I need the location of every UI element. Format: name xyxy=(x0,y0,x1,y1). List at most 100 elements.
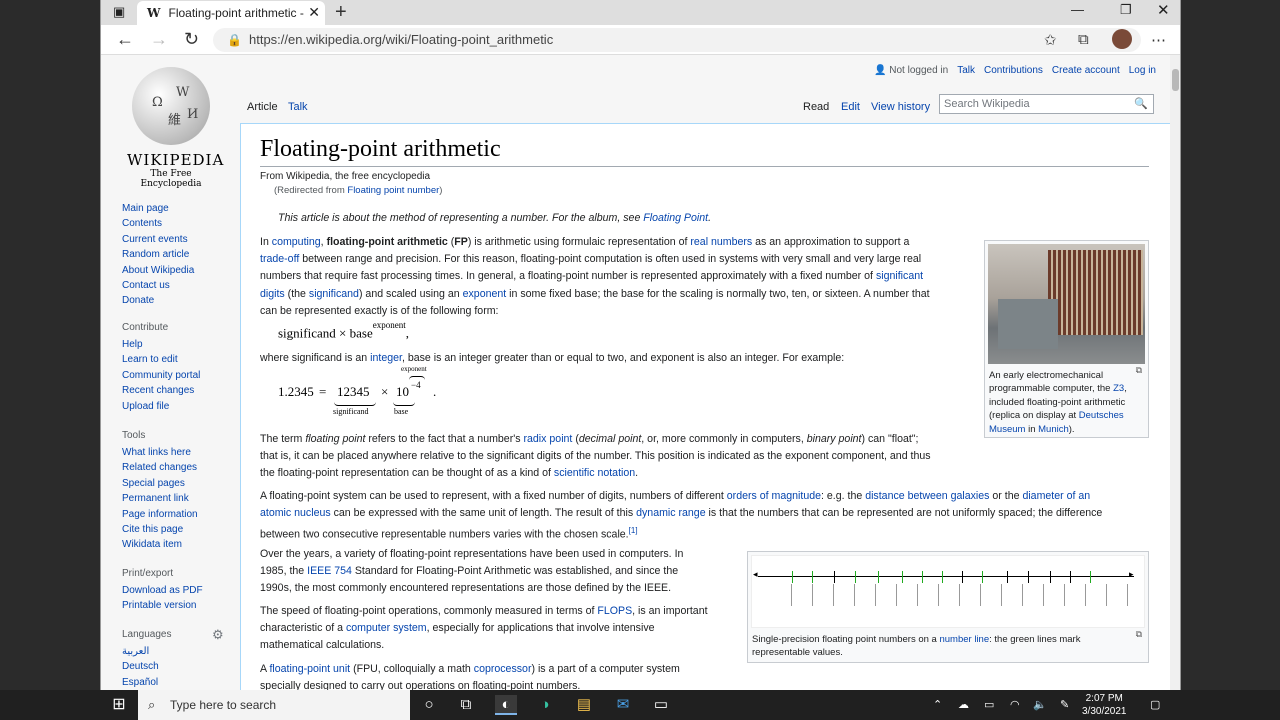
close-tab-icon[interactable]: ✕ xyxy=(308,4,320,21)
link-scientific-notation[interactable]: scientific notation xyxy=(554,467,635,479)
create-account-link[interactable]: Create account xyxy=(1052,65,1120,76)
tab-talk[interactable]: Talk xyxy=(288,101,308,113)
link-floating-point-unit[interactable]: floating-point unit xyxy=(269,663,350,675)
sidebar-item-help[interactable]: Help xyxy=(122,339,240,354)
tab-read[interactable]: Read xyxy=(803,101,829,113)
mail-icon[interactable]: ✉ xyxy=(612,695,634,715)
vertical-scrollbar[interactable] xyxy=(1170,55,1180,690)
wikipedia-logo[interactable]: Ω W 維 И Wikipedia The Free Encyclopedia xyxy=(127,67,223,189)
sidebar-item-language-espanol[interactable]: Español xyxy=(122,677,240,690)
profile-avatar[interactable] xyxy=(1112,29,1132,49)
system-clock[interactable]: 2:07 PM 3/30/2021 xyxy=(1082,692,1127,718)
restore-icon[interactable]: ❐ xyxy=(1120,2,1132,18)
sidebar-item-cite-this-page[interactable]: Cite this page xyxy=(122,524,240,539)
favorites-icon[interactable]: ✩ xyxy=(1044,31,1057,49)
new-tab-icon[interactable]: + xyxy=(335,1,347,24)
user-talk-link[interactable]: Talk xyxy=(957,65,975,76)
link-computing[interactable]: computing xyxy=(272,236,321,248)
sidebar-item-community-portal[interactable]: Community portal xyxy=(122,370,240,385)
link-orders-of-magnitude[interactable]: orders of magnitude xyxy=(727,490,821,502)
browser-tab[interactable]: W Floating-point arithmetic - Wikip ✕ xyxy=(137,1,325,25)
language-settings-gear-icon[interactable]: ⚙ xyxy=(212,627,224,643)
hatnote-link[interactable]: Floating Point xyxy=(643,212,708,224)
log-in-link[interactable]: Log in xyxy=(1129,65,1156,76)
more-menu-icon[interactable]: ⋯ xyxy=(1151,31,1166,49)
edge-dev-icon[interactable]: ◑ xyxy=(534,695,556,715)
show-hidden-icons[interactable]: ⌃ xyxy=(933,698,942,711)
url-field[interactable]: 🔒 https://en.wikipedia.org/wiki/Floating… xyxy=(213,28,1141,52)
cortana-icon[interactable]: ○ xyxy=(418,695,440,715)
volume-icon[interactable]: 🔈 xyxy=(1033,698,1047,711)
task-view-icon[interactable]: ⧉ xyxy=(455,695,477,715)
sidebar-item-language-deutsch[interactable]: Deutsch xyxy=(122,661,240,676)
terminal-icon[interactable]: ▭ xyxy=(650,695,672,715)
link-museum[interactable]: Museum xyxy=(989,424,1025,435)
sidebar-item-page-information[interactable]: Page information xyxy=(122,509,240,524)
sidebar-item-random-article[interactable]: Random article xyxy=(122,249,240,264)
link-integer[interactable]: integer xyxy=(370,352,402,364)
battery-icon[interactable]: ▭ xyxy=(984,698,994,711)
windows-start-icon[interactable]: ⊞ xyxy=(108,695,130,715)
taskbar-search-input[interactable]: ⌕ Type here to search xyxy=(138,690,410,720)
link-digits[interactable]: digits xyxy=(260,288,285,300)
link-ieee-754[interactable]: IEEE 754 xyxy=(307,565,352,577)
sidebar-item-language-arabic[interactable]: العربية xyxy=(122,646,240,661)
sidebar-item-recent-changes[interactable]: Recent changes xyxy=(122,385,240,400)
forward-icon[interactable]: → xyxy=(150,29,168,50)
sidebar-item-contents[interactable]: Contents xyxy=(122,218,240,233)
redirect-link[interactable]: Floating point number xyxy=(347,185,439,196)
tab-edit[interactable]: Edit xyxy=(841,101,860,113)
search-icon[interactable]: 🔍 xyxy=(1134,95,1148,113)
sidebar-item-learn-to-edit[interactable]: Learn to edit xyxy=(122,354,240,369)
sidebar-item-special-pages[interactable]: Special pages xyxy=(122,478,240,493)
notifications-icon[interactable]: ▢ xyxy=(1150,698,1160,711)
sidebar-item-donate[interactable]: Donate xyxy=(122,295,240,310)
scrollbar-thumb[interactable] xyxy=(1172,69,1179,91)
link-diameter-atomic-nucleus[interactable]: diameter of an xyxy=(1022,490,1090,502)
link-number-line[interactable]: number line xyxy=(939,634,989,645)
link-dynamic-range[interactable]: dynamic range xyxy=(636,507,706,519)
link-flops[interactable]: FLOPS xyxy=(597,605,632,617)
back-icon[interactable]: ← xyxy=(116,29,134,50)
citation-link[interactable]: [1] xyxy=(629,526,638,535)
link-z3[interactable]: Z3 xyxy=(1113,383,1124,394)
link-atomic-nucleus[interactable]: atomic nucleus xyxy=(260,507,331,519)
tab-view-history[interactable]: View history xyxy=(871,101,930,113)
sidebar-item-wikidata-item[interactable]: Wikidata item xyxy=(122,539,240,554)
link-coprocessor[interactable]: coprocessor xyxy=(474,663,532,675)
link-real-numbers[interactable]: real numbers xyxy=(690,236,752,248)
enlarge-icon[interactable]: ⧉ xyxy=(1136,365,1142,376)
collections-icon[interactable]: ⧉ xyxy=(1078,31,1089,48)
tab-article[interactable]: Article xyxy=(247,101,278,113)
link-radix-point[interactable]: radix point xyxy=(524,433,573,445)
pen-icon[interactable]: ✎ xyxy=(1060,698,1069,711)
minimize-icon[interactable]: — xyxy=(1071,2,1084,17)
lock-icon[interactable]: 🔒 xyxy=(227,28,242,52)
sidebar-item-permanent-link[interactable]: Permanent link xyxy=(122,493,240,508)
sidebar-item-contact[interactable]: Contact us xyxy=(122,280,240,295)
file-explorer-icon[interactable]: ▤ xyxy=(573,695,595,715)
enlarge-icon[interactable]: ⧉ xyxy=(1136,629,1142,640)
number-line-image[interactable]: ◂ ▸ xyxy=(751,555,1145,628)
sidebar-item-current-events[interactable]: Current events xyxy=(122,234,240,249)
link-computer-system[interactable]: computer system xyxy=(346,622,427,634)
sidebar-item-download-pdf[interactable]: Download as PDF xyxy=(122,585,240,600)
contributions-link[interactable]: Contributions xyxy=(984,65,1043,76)
sidebar-item-main-page[interactable]: Main page xyxy=(122,203,240,218)
z3-computer-image[interactable] xyxy=(988,244,1145,364)
refresh-icon[interactable]: ↻ xyxy=(184,29,199,50)
link-munich[interactable]: Munich xyxy=(1038,424,1069,435)
link-exponent[interactable]: exponent xyxy=(463,288,507,300)
wifi-icon[interactable]: ◠ xyxy=(1010,698,1020,711)
search-input[interactable]: Search Wikipedia 🔍 xyxy=(939,94,1154,114)
link-significant[interactable]: significant xyxy=(876,270,923,282)
link-distance-between-galaxies[interactable]: distance between galaxies xyxy=(865,490,989,502)
sidebar-item-about[interactable]: About Wikipedia xyxy=(122,265,240,280)
sidebar-item-what-links-here[interactable]: What links here xyxy=(122,447,240,462)
sidebar-item-related-changes[interactable]: Related changes xyxy=(122,462,240,477)
close-window-icon[interactable]: ✕ xyxy=(1157,1,1170,19)
edge-browser-icon[interactable]: ◐ xyxy=(495,695,517,715)
sidebar-item-upload-file[interactable]: Upload file xyxy=(122,401,240,416)
link-significand[interactable]: significand xyxy=(309,288,359,300)
onedrive-icon[interactable]: ☁ xyxy=(958,698,969,711)
